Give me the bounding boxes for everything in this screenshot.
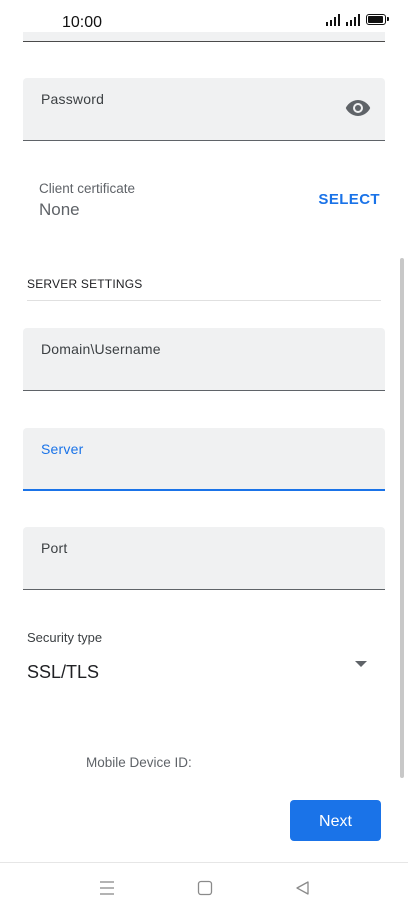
port-field[interactable]: Port [23,527,385,590]
back-icon[interactable] [294,879,312,897]
eye-icon[interactable] [345,99,371,117]
status-icons [326,14,389,26]
password-field[interactable]: Password [23,78,385,141]
security-type-dropdown[interactable]: SSL/TLS [27,650,377,694]
server-label: Server [41,441,84,457]
battery-icon [366,14,389,25]
screen: 10:00 Password Client certificate None S… [0,0,408,911]
status-time: 10:00 [62,14,103,31]
port-label: Port [41,540,68,556]
mobile-device-id-label: Mobile Device ID: [86,755,192,770]
client-certificate-label: Client certificate [39,181,136,196]
signal-2-icon [346,14,360,26]
domain-username-field[interactable]: Domain\Username [23,328,385,391]
section-divider [27,300,381,301]
scrollbar[interactable] [400,258,404,778]
password-label: Password [41,91,105,107]
signal-1-icon [326,14,340,26]
navigation-bar [0,862,408,911]
domain-username-label: Domain\Username [41,341,161,357]
client-certificate-value: None [39,200,80,219]
server-field[interactable]: Server [23,428,385,491]
dropdown-arrow-icon [355,661,367,667]
previous-field-remnant[interactable] [23,32,385,42]
security-type-label: Security type [27,630,103,645]
server-settings-header: SERVER SETTINGS [27,277,143,291]
menu-icon[interactable] [98,879,116,897]
security-type-value: SSL/TLS [27,662,100,682]
home-icon[interactable] [196,879,214,897]
next-button[interactable]: Next [290,800,381,841]
select-certificate-button[interactable]: SELECT [318,191,380,208]
